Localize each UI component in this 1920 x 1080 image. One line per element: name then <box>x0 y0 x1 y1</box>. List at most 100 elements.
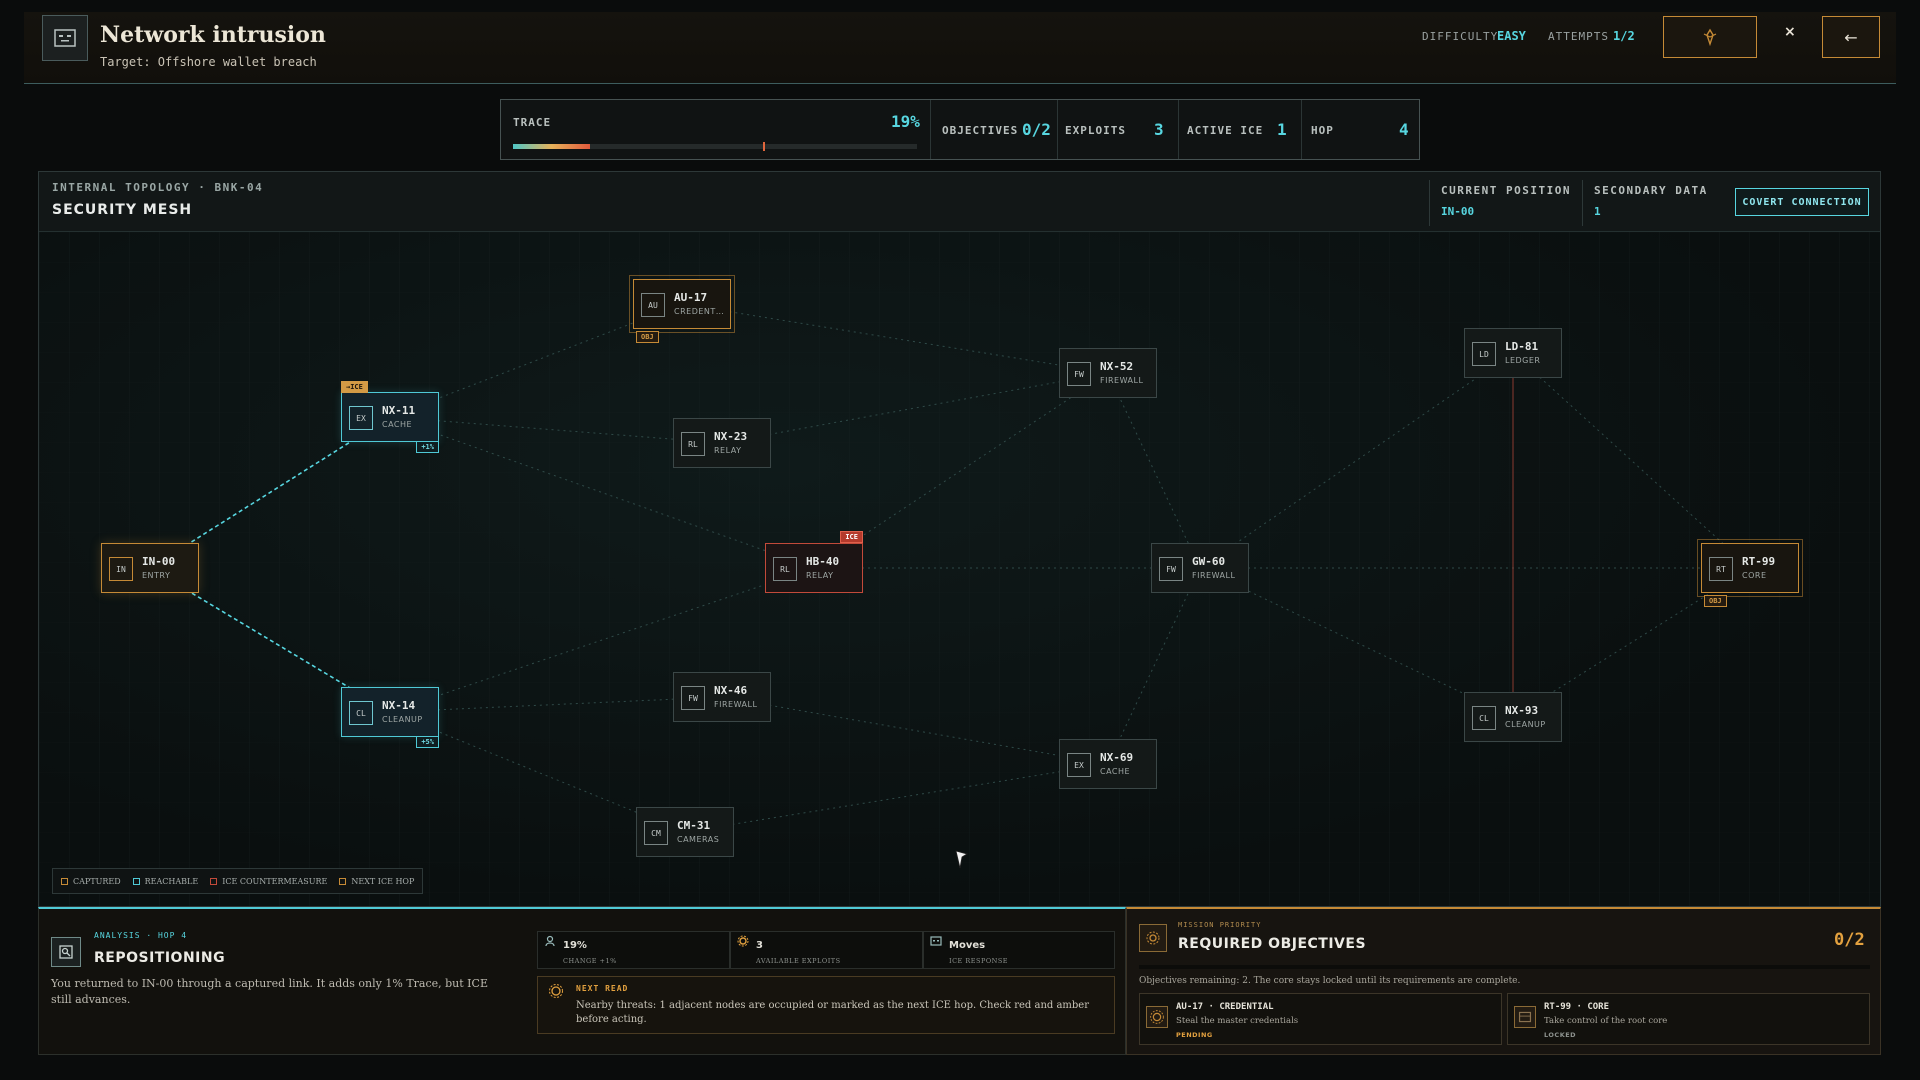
trace-change-stat: 19% CHANGE +1% <box>537 931 730 969</box>
node-ld-81[interactable]: LD LD-81 LEDGER <box>1464 328 1562 378</box>
difficulty-label: DIFFICULTY <box>1422 30 1499 43</box>
legend-swatch <box>210 877 218 885</box>
node-type: CREDENT… <box>674 307 725 316</box>
node-id: NX-93 <box>1505 704 1539 717</box>
emblem-icon <box>1703 28 1717 46</box>
node-id: NX-11 <box>382 404 416 417</box>
legend-swatch <box>339 877 347 885</box>
secondary-data-value: 1 <box>1594 205 1601 218</box>
analysis-icon <box>51 937 81 967</box>
next-read-icon <box>549 984 563 998</box>
network-links <box>149 303 1751 833</box>
node-bottom-tag: OBJ <box>1704 595 1727 607</box>
ice-response-label: ICE RESPONSE <box>949 957 1009 965</box>
node-top-tag: ICE <box>840 531 863 543</box>
analysis-title: REPOSITIONING <box>94 950 226 966</box>
node-id: NX-23 <box>714 430 748 443</box>
node-id: IN-00 <box>142 555 176 568</box>
active-ice-value: 1 <box>1277 120 1287 139</box>
node-nx-23[interactable]: RL NX-23 RELAY <box>673 418 771 468</box>
node-nx-14[interactable]: CL NX-14 CLEANUP +5% <box>341 687 439 748</box>
legend-item: REACHABLE <box>132 877 198 886</box>
node-type-icon: EX <box>349 406 373 430</box>
node-type: CACHE <box>1100 767 1131 776</box>
next-read-text: Nearby threats: 1 adjacent nodes are occ… <box>576 1000 1090 1025</box>
node-in-00[interactable]: IN IN-00 ENTRY <box>101 543 199 593</box>
objective-description: Steal the master credentials <box>1176 1016 1299 1026</box>
network-link-nx-46-nx-69 <box>721 696 1109 765</box>
node-type: ENTRY <box>142 571 171 580</box>
topology-kicker: INTERNAL TOPOLOGY · BNK-04 <box>52 181 264 194</box>
legend-item: CAPTURED <box>61 877 121 886</box>
network-link-nx-69-gw-60 <box>1107 567 1201 765</box>
node-type: FIREWALL <box>1100 376 1144 385</box>
node-type-icon: LD <box>1472 342 1496 366</box>
node-type-icon: IN <box>109 557 133 581</box>
map-legend: CAPTURED REACHABLE ICE COUNTERMEASURE NEXT … <box>52 868 424 894</box>
node-rt-99[interactable]: RT RT-99 CORE OBJ <box>1697 539 1803 607</box>
analysis-description: You returned to IN-00 through a captured… <box>51 977 488 1006</box>
secondary-data-label: SECONDARY DATA <box>1594 184 1708 197</box>
node-type-icon: RL <box>681 432 705 456</box>
objectives-kicker: MISSION PRIORITY <box>1178 921 1262 929</box>
network-link-gw-60-ld-81 <box>1199 352 1514 569</box>
node-cm-31[interactable]: CM CM-31 CAMERAS <box>636 807 734 857</box>
node-type: FIREWALL <box>1192 571 1236 580</box>
node-type-icon: FW <box>681 686 705 710</box>
legend-swatch <box>61 877 68 885</box>
node-type-icon: RT <box>1709 557 1733 581</box>
mouse-cursor-icon <box>955 850 969 869</box>
node-au-17[interactable]: AU AU-17 CREDENT… OBJ <box>629 275 735 343</box>
hop-label: HOP <box>1311 124 1334 137</box>
attempts-value: 1/2 <box>1613 29 1635 43</box>
trace-value: 19% <box>891 112 920 131</box>
exploits-stat: 3 AVAILABLE EXPLOITS <box>730 931 923 969</box>
trace-meter-fill <box>513 144 590 149</box>
objectives-note: Objectives remaining: 2. The core stays … <box>1139 976 1521 986</box>
network-link-nx-52-gw-60 <box>1107 372 1201 569</box>
node-nx-11[interactable]: EX NX-11 CACHE →ICE +1% <box>341 381 439 453</box>
node-bottom-tag: OBJ <box>636 331 659 343</box>
exploit-icon <box>737 935 749 947</box>
node-id: NX-52 <box>1100 360 1134 373</box>
legend-item: NEXT ICE HOP <box>339 877 414 886</box>
covert-connection-button[interactable]: COVERT CONNECTION <box>1735 188 1869 216</box>
close-button[interactable]: × <box>1784 24 1796 40</box>
objectives-progress <box>1139 965 1870 969</box>
node-nx-69[interactable]: EX NX-69 CACHE <box>1059 739 1157 789</box>
trace-threshold-marker <box>763 142 766 151</box>
node-id: AU-17 <box>674 291 708 304</box>
node-hb-40[interactable]: RL HB-40 RELAY ICE <box>765 531 863 593</box>
objective-description: Take control of the root core <box>1544 1016 1668 1026</box>
node-type: CLEANUP <box>1505 720 1546 729</box>
network-link-nx-23-nx-52 <box>721 372 1109 444</box>
legend-item: ICE COUNTERMEASURE <box>210 877 327 886</box>
trace-change-label: CHANGE +1% <box>563 957 617 965</box>
legend-swatch <box>132 877 140 885</box>
objective-status: PENDING <box>1176 1031 1213 1039</box>
exploits-stat-label: AVAILABLE EXPLOITS <box>756 957 841 965</box>
node-type: RELAY <box>806 571 834 580</box>
node-nx-93[interactable]: CL NX-93 CLEANUP <box>1464 692 1562 742</box>
node-type-icon: EX <box>1067 753 1091 777</box>
node-nx-46[interactable]: FW NX-46 FIREWALL <box>673 672 771 722</box>
network-link-cm-31-nx-69 <box>684 763 1109 833</box>
objectives-value: 0/2 <box>1022 120 1051 139</box>
trace-icon <box>545 935 555 947</box>
emblem-button[interactable] <box>1663 16 1757 58</box>
exploits-value: 3 <box>1154 120 1164 139</box>
exploits-label: EXPLOITS <box>1065 124 1126 137</box>
objective-card-au17[interactable]: AU-17 · CREDENTIAL Steal the master cred… <box>1139 993 1502 1045</box>
objective-card-rt99[interactable]: RT-99 · CORE Take control of the root co… <box>1507 993 1870 1045</box>
node-type: CORE <box>1742 571 1767 580</box>
trace-change-value: 19% <box>563 940 587 951</box>
node-gw-60[interactable]: FW GW-60 FIREWALL <box>1151 543 1249 593</box>
back-button[interactable]: ← <box>1822 16 1880 58</box>
current-position-label: CURRENT POSITION <box>1441 184 1571 197</box>
node-type: RELAY <box>714 446 742 455</box>
node-type-icon: FW <box>1067 362 1091 386</box>
node-nx-52[interactable]: FW NX-52 FIREWALL <box>1059 348 1157 398</box>
network-link-au-17-nx-52 <box>681 303 1109 374</box>
node-type-icon: CL <box>349 701 373 725</box>
mission-target: Target: Offshore wallet breach <box>100 55 317 69</box>
